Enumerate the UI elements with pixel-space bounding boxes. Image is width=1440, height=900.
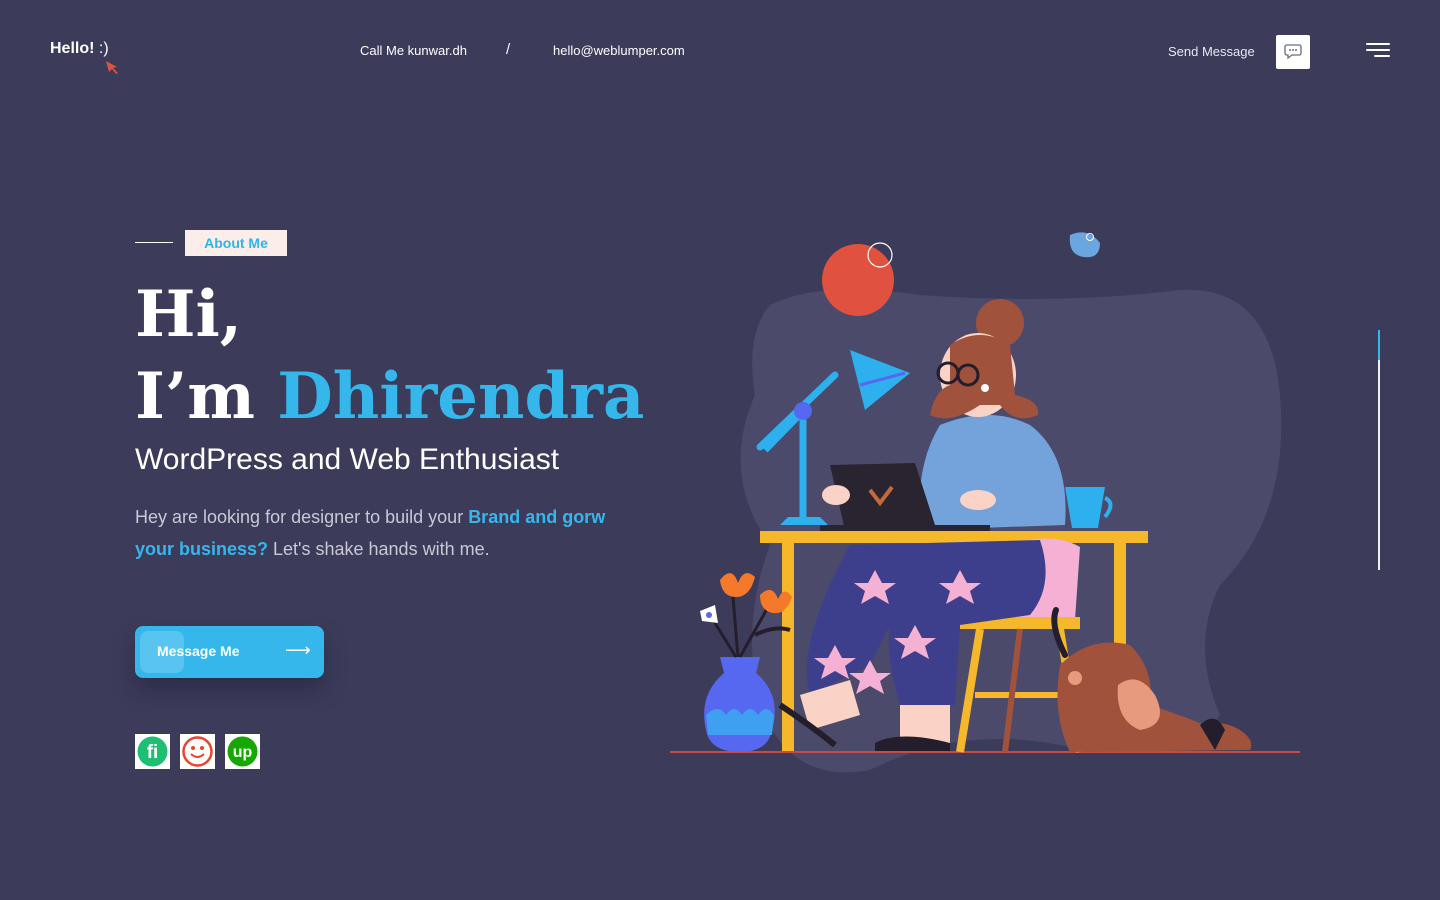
message-me-label: Message Me <box>157 643 240 659</box>
hero-name: Dhirendra <box>277 359 645 434</box>
menu-line <box>1366 49 1390 51</box>
scroll-thumb[interactable] <box>1378 330 1380 360</box>
freelancer-icon <box>182 736 213 767</box>
arrow-right-icon: ⟶ <box>285 640 311 660</box>
fiverr-icon: fi <box>137 736 168 767</box>
logo[interactable]: Hello! :) <box>50 40 109 58</box>
upwork-icon: up <box>227 736 258 767</box>
freelancer-link[interactable] <box>180 734 215 769</box>
menu-line <box>1366 43 1390 45</box>
coffee-cup <box>1065 487 1105 528</box>
email-link[interactable]: hello@weblumper.com <box>553 43 685 58</box>
bird-shape <box>1069 232 1100 258</box>
desk-top <box>760 531 1148 543</box>
message-me-button[interactable]: Message Me ⟶ <box>135 626 324 678</box>
logo-smile: :) <box>98 40 109 57</box>
fiverr-link[interactable]: fi <box>135 734 170 769</box>
hero-name-line: I’m Dhirendra <box>135 358 644 436</box>
about-me-tag: About Me <box>185 230 287 256</box>
svg-text:fi: fi <box>147 742 159 763</box>
upwork-link[interactable]: up <box>225 734 260 769</box>
description-start: Hey are looking for designer to build yo… <box>135 507 469 527</box>
header-separator: / <box>506 41 511 58</box>
menu-line <box>1374 55 1390 57</box>
cursor-pointer-icon <box>106 61 118 74</box>
hamburger-menu-icon[interactable] <box>1364 41 1392 61</box>
send-message-button[interactable] <box>1276 35 1310 69</box>
hero-description: Hey are looking for designer to build yo… <box>135 501 635 565</box>
hero-intro: I’m <box>135 359 278 434</box>
tag-line-decoration <box>135 242 173 243</box>
sun-circle <box>822 244 894 316</box>
hero-subtitle: WordPress and Web Enthusiast <box>135 443 560 476</box>
hero-illustration <box>670 232 1300 773</box>
chat-bubble-icon <box>1284 44 1302 60</box>
hero-greeting: Hi, <box>135 277 243 352</box>
send-message-label[interactable]: Send Message <box>1168 44 1255 59</box>
scroll-track[interactable] <box>1378 330 1380 570</box>
svg-text:up: up <box>233 744 253 761</box>
logo-text: Hello! <box>50 40 95 57</box>
description-end: Let's shake hands with me. <box>268 539 490 559</box>
phone-link[interactable]: Call Me kunwar.dh <box>360 43 467 58</box>
